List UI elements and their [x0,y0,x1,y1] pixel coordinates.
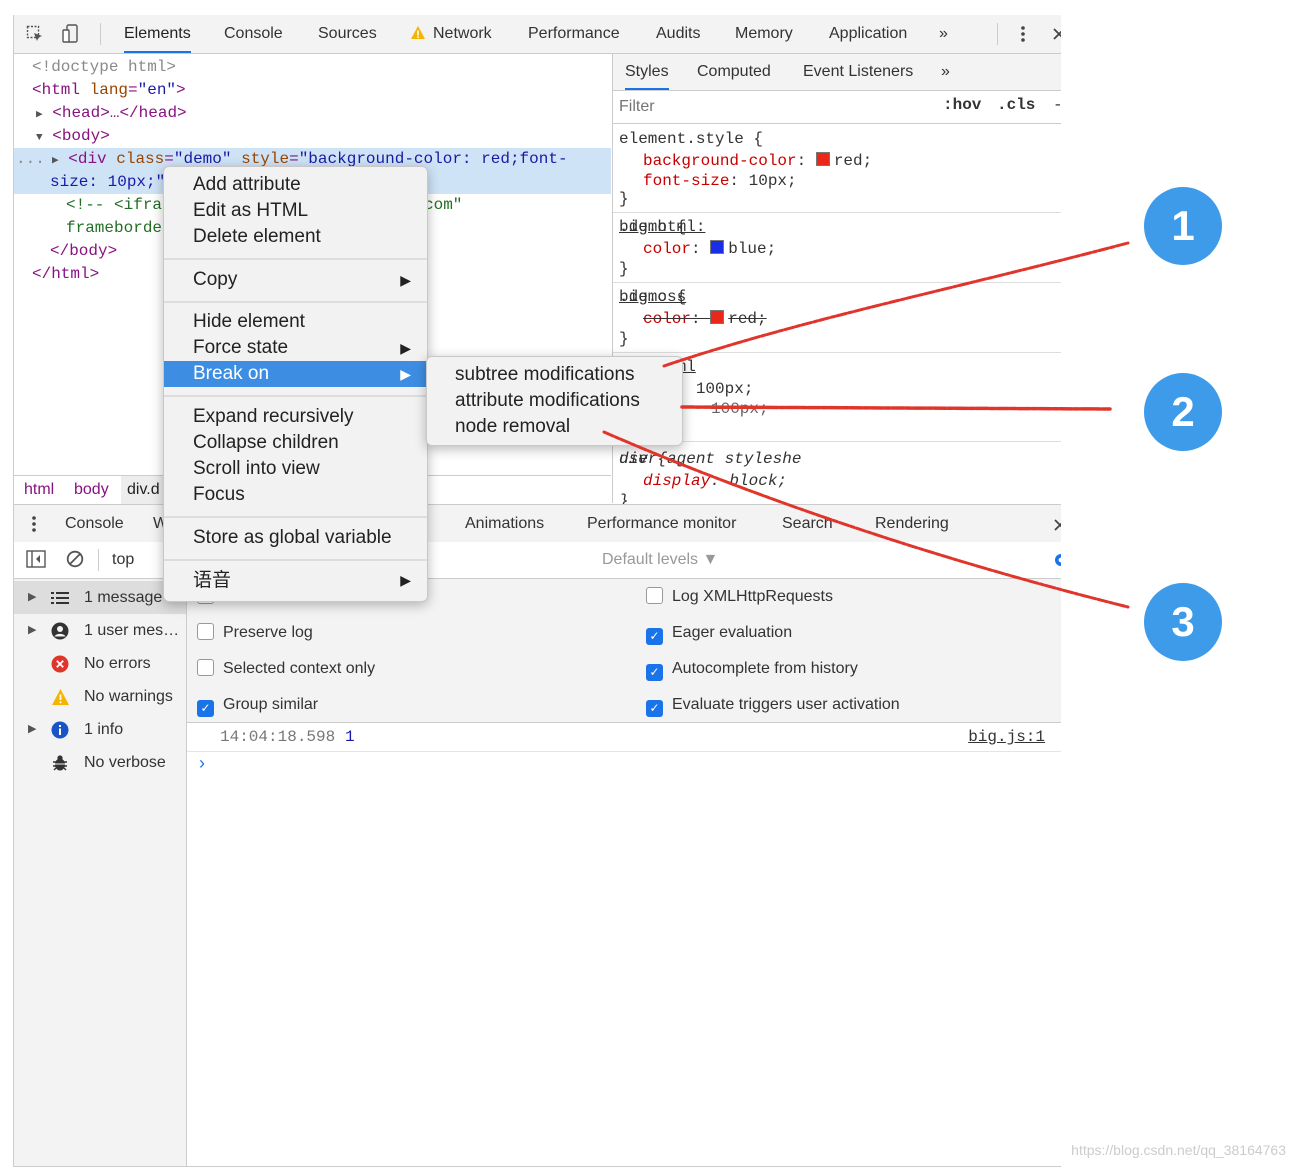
annotation-line-1 [662,241,1130,368]
annotation-lines [602,241,1130,609]
annotation-line-3 [602,430,1130,609]
annotation-badge-3: 3 [1144,583,1222,661]
annotation-badge-2: 2 [1144,373,1222,451]
annotation-badge-1: 1 [1144,187,1222,265]
annotation-line-2 [680,405,1112,411]
watermark: https://blog.csdn.net/qq_38164763 [1071,1142,1286,1158]
